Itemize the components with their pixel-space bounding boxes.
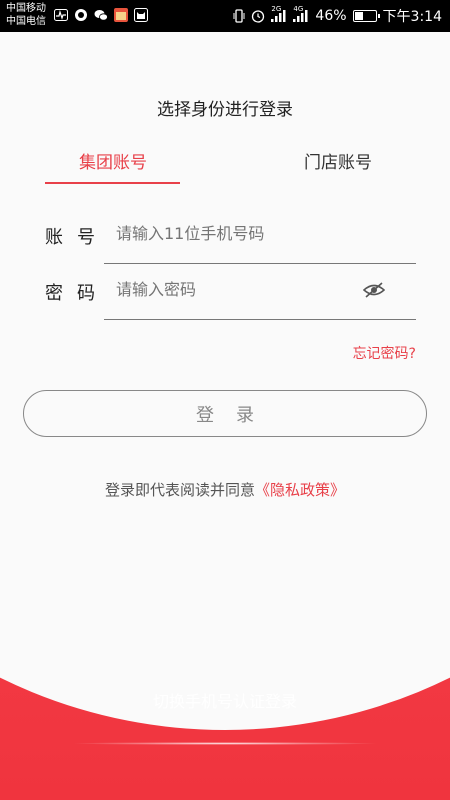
password-input[interactable] <box>116 280 356 299</box>
signal-2g: 2G <box>271 5 287 22</box>
carrier-1: 中国移动 <box>6 3 46 14</box>
network-2g-label: 2G <box>271 5 282 13</box>
activity-icon <box>54 9 68 21</box>
privacy-agreement: 登录即代表阅读并同意《隐私政策》 <box>0 479 450 500</box>
switch-phone-auth-login[interactable]: 切换手机号认证登录 <box>0 688 450 712</box>
app-icon <box>75 9 87 21</box>
wechat-icon <box>94 10 108 21</box>
clock: 下午3:14 <box>382 9 442 25</box>
calendar-icon <box>114 8 128 22</box>
agreement-text: 登录即代表阅读并同意 <box>104 481 255 499</box>
privacy-policy-link[interactable]: 《隐私政策》 <box>255 481 345 499</box>
page-title: 选择身份进行登录 <box>157 100 293 120</box>
password-underline <box>104 319 416 320</box>
alarm-icon <box>252 10 265 23</box>
network-4g-label: 4G <box>293 5 304 13</box>
vibrate-icon <box>233 9 245 23</box>
carrier-info: 中国移动 中国电信 <box>6 2 46 28</box>
account-label: 账号 <box>45 227 109 248</box>
forgot-password-link[interactable]: 忘记密码? <box>353 343 416 363</box>
glow-divider <box>70 742 380 745</box>
status-right: 2G 4G 46% 下午3:14 <box>233 5 442 26</box>
login-button[interactable]: 登录 <box>23 390 427 437</box>
password-label: 密码 <box>45 283 109 304</box>
cat-app-icon <box>134 8 148 22</box>
battery-percent: 46% <box>315 8 347 24</box>
account-input[interactable] <box>116 224 356 243</box>
carrier-2: 中国电信 <box>6 16 46 27</box>
status-bar: 中国移动 中国电信 2G 4G 46% 下午3:14 <box>0 0 450 32</box>
signal-4g: 4G <box>293 5 309 22</box>
curve-shape <box>0 430 450 730</box>
active-tab-indicator <box>45 182 180 184</box>
tab-group-account[interactable]: 集团账号 <box>45 148 181 173</box>
toggle-password-visibility-icon[interactable] <box>363 282 385 298</box>
battery-icon <box>352 10 380 22</box>
account-underline <box>104 263 416 264</box>
notification-icons <box>54 8 148 22</box>
tab-store-account[interactable]: 门店账号 <box>270 148 406 173</box>
